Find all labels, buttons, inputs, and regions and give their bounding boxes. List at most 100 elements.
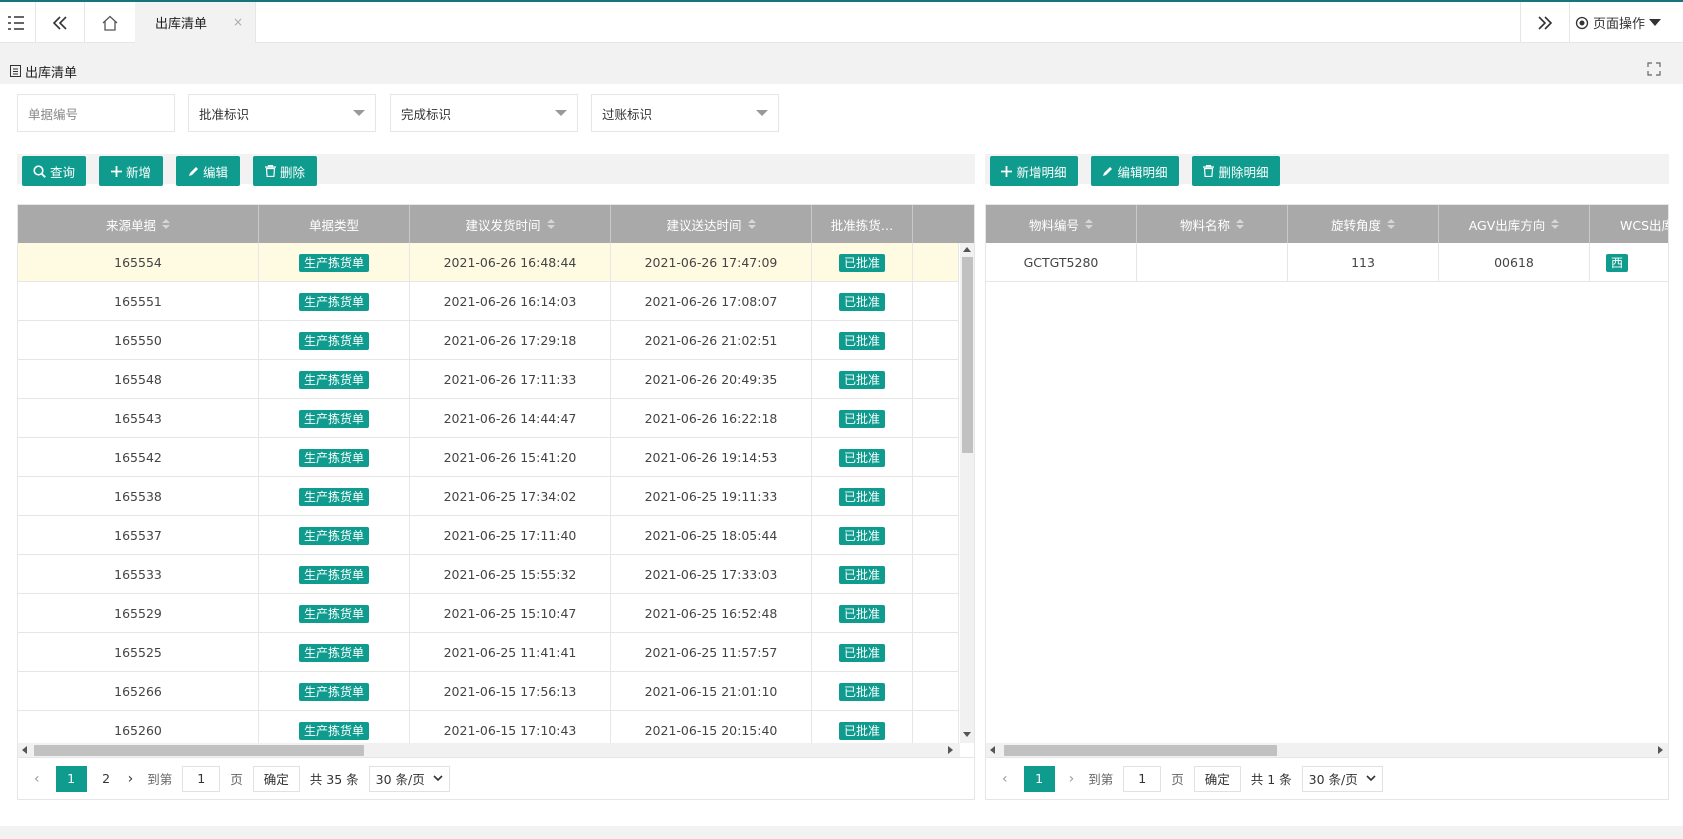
table-cell xyxy=(913,711,959,743)
query-button[interactable]: 查询 xyxy=(22,156,86,186)
trash-icon xyxy=(1203,165,1215,177)
post-flag-select[interactable]: 过账标识 xyxy=(591,94,779,132)
detail-table-body: GCTGT5280 113 00618 西 xyxy=(986,243,1668,743)
vertical-scrollbar[interactable] xyxy=(960,243,974,743)
total-count: 共 1 条 xyxy=(1250,772,1292,787)
page-2[interactable]: 2 xyxy=(91,766,122,792)
search-icon xyxy=(33,164,46,178)
col-material-code[interactable]: 物料编号 xyxy=(986,205,1137,243)
table-row[interactable]: 165537 生产拣货单 2021-06-25 17:11:40 2021-06-25… xyxy=(18,516,959,555)
table-cell: 165533 xyxy=(18,555,259,594)
table-row[interactable]: 165543 生产拣货单 2021-06-26 14:44:47 2021-06-26… xyxy=(18,399,959,438)
page-operations-menu[interactable]: 页面操作 xyxy=(1575,2,1662,43)
table-row[interactable]: 165551 生产拣货单 2021-06-26 16:14:03 2021-06-26… xyxy=(18,282,959,321)
page-current[interactable]: 1 xyxy=(55,765,87,792)
table-row[interactable]: 165266 生产拣货单 2021-06-15 17:56:13 2021-06-15… xyxy=(18,672,959,711)
caret-down-icon xyxy=(1649,18,1662,26)
status-badge: 已批准 xyxy=(838,409,885,428)
edit-detail-button[interactable]: 编辑明细 xyxy=(1091,156,1179,186)
table-cell: 2021-06-25 15:10:47 xyxy=(410,594,611,633)
table-cell xyxy=(913,438,959,477)
sort-icon xyxy=(1551,219,1560,229)
prev-page-icon[interactable]: ‹ xyxy=(1002,771,1008,787)
page-size-select[interactable]: 30 条/页 xyxy=(368,765,450,792)
horizontal-scrollbar[interactable] xyxy=(986,743,1668,757)
col-rotation-angle[interactable]: 旋转角度 xyxy=(1288,205,1439,243)
horizontal-scrollbar[interactable] xyxy=(18,743,960,757)
double-chevron-right-icon[interactable] xyxy=(1521,2,1568,43)
doc-type-badge: 生产拣货单 xyxy=(298,331,369,350)
table-row[interactable]: 165529 生产拣货单 2021-06-25 15:10:47 2021-06-25… xyxy=(18,594,959,633)
home-icon[interactable] xyxy=(85,2,135,43)
radio-target-icon xyxy=(1575,16,1589,29)
tab-close-icon[interactable]: × xyxy=(233,15,243,29)
sort-icon xyxy=(1236,219,1244,229)
cell-text: 2021-06-15 20:15:40 xyxy=(644,723,778,738)
col-more[interactable] xyxy=(913,205,974,243)
cell-text: 2021-06-26 17:11:33 xyxy=(443,372,577,387)
cell-text: 165533 xyxy=(114,567,162,582)
table-cell: 2021-06-25 11:41:41 xyxy=(410,633,611,672)
goto-confirm-button[interactable]: 确定 xyxy=(252,765,300,792)
cell-text: 2021-06-26 21:02:51 xyxy=(644,333,778,348)
col-source-doc[interactable]: 来源单据 xyxy=(18,205,259,243)
table-row[interactable]: 165533 生产拣货单 2021-06-25 15:55:32 2021-06-25… xyxy=(18,555,959,594)
total-count: 共 35 条 xyxy=(309,772,359,787)
double-chevron-left-icon[interactable] xyxy=(36,2,83,43)
left-toolbar: 查询 新增 编辑 删除 xyxy=(17,154,975,186)
add-button[interactable]: 新增 xyxy=(99,156,163,186)
table-cell: 2021-06-26 21:02:51 xyxy=(611,321,812,360)
table-row[interactable]: 165525 生产拣货单 2021-06-25 11:41:41 2021-06-25… xyxy=(18,633,959,672)
col-ship-time[interactable]: 建议发货时间 xyxy=(410,205,611,243)
table-row[interactable]: 165548 生产拣货单 2021-06-26 17:11:33 2021-06-26… xyxy=(18,360,959,399)
table-row[interactable]: GCTGT5280 113 00618 西 xyxy=(986,243,1668,282)
table-cell: 已批准 xyxy=(812,594,913,633)
table-row[interactable]: 165554 生产拣货单 2021-06-26 16:48:44 2021-06-26… xyxy=(18,243,959,282)
goto-confirm-button[interactable]: 确定 xyxy=(1193,765,1241,792)
next-page-icon[interactable]: › xyxy=(1069,771,1075,787)
complete-flag-label: 完成标识 xyxy=(401,106,452,122)
tab-outbound-list[interactable]: 出库清单 × xyxy=(135,2,255,43)
table-cell: 2021-06-26 16:22:18 xyxy=(611,399,812,438)
prev-page-icon[interactable]: ‹ xyxy=(34,771,40,787)
table-cell xyxy=(913,321,959,360)
next-page-icon[interactable]: › xyxy=(128,771,134,787)
table-cell: 2021-06-26 14:44:47 xyxy=(410,399,611,438)
cell-text: 2021-06-25 11:57:57 xyxy=(644,645,778,660)
col-material-name[interactable]: 物料名称 xyxy=(1137,205,1288,243)
col-arrive-time[interactable]: 建议送达时间 xyxy=(611,205,812,243)
goto-page-input[interactable]: 1 xyxy=(1123,765,1162,792)
table-row[interactable]: 165542 生产拣货单 2021-06-26 15:41:20 2021-06-26… xyxy=(18,438,959,477)
cell-text: 2021-06-25 17:33:03 xyxy=(644,567,778,582)
menu-toggle-icon[interactable] xyxy=(0,2,32,43)
col-doc-type[interactable]: 单据类型 xyxy=(259,205,410,243)
cell-text: 2021-06-25 17:11:40 xyxy=(443,528,577,543)
goto-page-input[interactable]: 1 xyxy=(182,765,221,792)
table-cell xyxy=(913,633,959,672)
status-badge: 已批准 xyxy=(838,643,885,662)
approve-flag-select[interactable]: 批准标识 xyxy=(188,94,376,132)
complete-flag-select[interactable]: 完成标识 xyxy=(390,94,578,132)
table-cell xyxy=(913,516,959,555)
col-agv-direction[interactable]: AGV出库方向 xyxy=(1439,205,1590,243)
delete-detail-button[interactable]: 删除明细 xyxy=(1192,156,1280,186)
page-size-select[interactable]: 30 条/页 xyxy=(1301,765,1383,792)
page-current[interactable]: 1 xyxy=(1023,765,1055,792)
table-cell: 2021-06-25 11:57:57 xyxy=(611,633,812,672)
doc-type-badge: 生产拣货单 xyxy=(298,721,369,740)
col-approve-pick[interactable]: 批准拣货… xyxy=(812,205,913,243)
table-row[interactable]: 165550 生产拣货单 2021-06-26 17:29:18 2021-06-26… xyxy=(18,321,959,360)
table-row[interactable]: 165538 生产拣货单 2021-06-25 17:34:02 2021-06-25… xyxy=(18,477,959,516)
delete-button[interactable]: 删除 xyxy=(253,156,317,186)
col-wcs-direction[interactable]: WCS出库 xyxy=(1590,205,1668,243)
doc-type-badge: 生产拣货单 xyxy=(298,604,369,623)
edit-button[interactable]: 编辑 xyxy=(176,156,240,186)
fullscreen-icon[interactable] xyxy=(1647,62,1661,79)
add-detail-button[interactable]: 新增明细 xyxy=(990,156,1078,186)
doc-type-badge: 生产拣货单 xyxy=(298,643,369,662)
sort-icon xyxy=(162,219,170,229)
table-row[interactable]: 165260 生产拣货单 2021-06-15 17:10:43 2021-06-15… xyxy=(18,711,959,743)
doc-no-input[interactable]: 单据编号 xyxy=(17,94,175,132)
table-cell xyxy=(913,594,959,633)
doc-type-badge: 生产拣货单 xyxy=(298,292,369,311)
